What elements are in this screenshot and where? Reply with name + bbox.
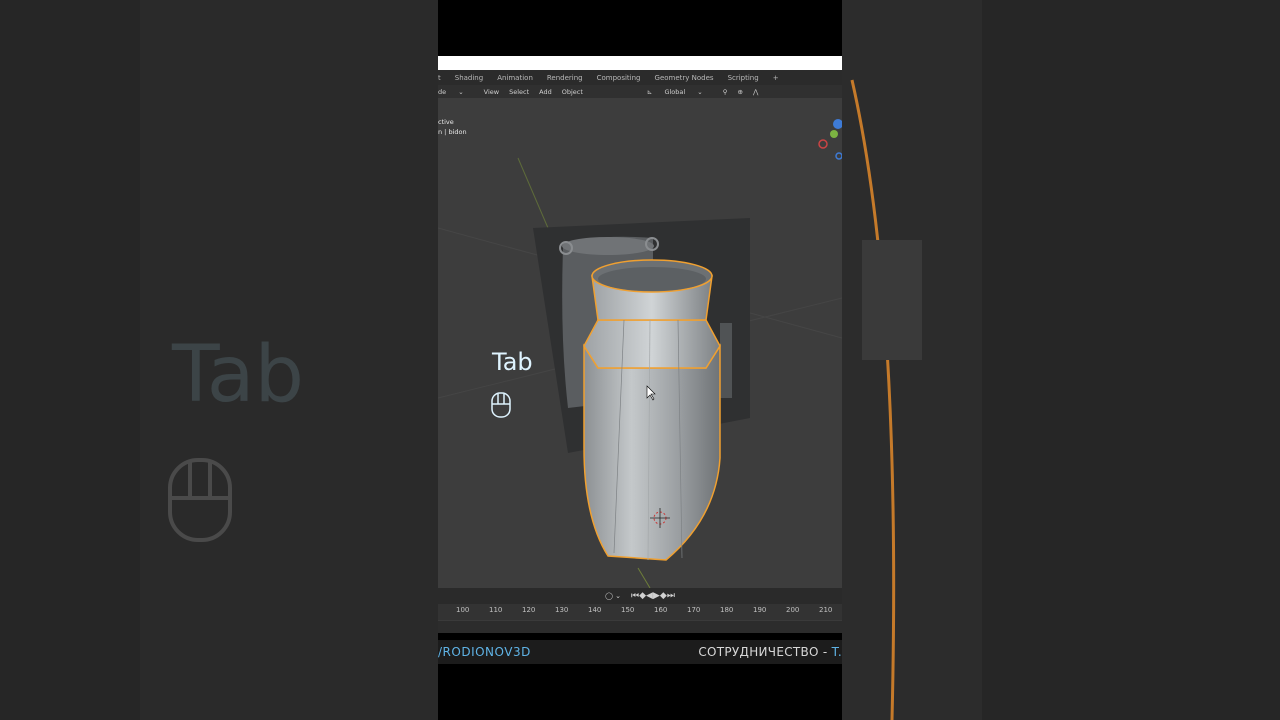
3d-viewport[interactable]: ctive n | bidon [438,98,842,588]
frame-label: 110 [489,606,503,614]
play-icon[interactable]: ▶ [653,591,660,601]
tab-scripting[interactable]: Scripting [728,74,759,82]
viewport-header: de ⌄ View Select Add Object ⊾ Global ⌄ ⚲… [438,85,842,98]
background-blur-left: Tab [0,0,438,720]
channel-handle: /RODIONOV3D [438,645,531,659]
jump-start-icon[interactable]: ⏮ [631,591,639,601]
viewport-scene [438,119,842,588]
tab-animation[interactable]: Animation [497,74,533,82]
chevron-down-icon: ⌄ [697,87,703,96]
navigation-gizmo-icon[interactable] [818,119,842,160]
timeline-track[interactable] [438,620,842,633]
collab-text: СОТРУДНИЧЕСТВО - T. [698,645,842,659]
view-mode-label: ctive [438,118,454,126]
ghost-key-label: Tab [172,330,305,420]
add-workspace-button[interactable]: + [773,74,779,82]
frame-label: 210 [819,606,833,614]
prev-keyframe-icon[interactable]: ◆ [639,591,646,601]
frame-label: 120 [522,606,536,614]
mode-select[interactable]: de ⌄ [438,88,474,96]
playback-controls: ◯ ⌄ ⏮ ◆ ◀ ▶ ◆ ⏭ [438,588,842,604]
key-press-overlay: Tab [492,348,533,376]
tab-geometry-nodes[interactable]: Geometry Nodes [655,74,714,82]
timeline-ruler[interactable]: 100 110 120 130 140 150 160 170 180 190 … [438,604,842,620]
background-blur-right [842,0,1280,720]
keying-icon[interactable]: ◯ ⌄ [605,592,621,600]
menu-object[interactable]: Object [562,88,583,96]
jump-end-icon[interactable]: ⏭ [667,591,675,601]
mouse-icon [491,392,511,418]
menu-view[interactable]: View [484,88,499,96]
footer-banner: /RODIONOV3D СОТРУДНИЧЕСТВО - T. [438,640,842,664]
next-keyframe-icon[interactable]: ◆ [660,591,667,601]
play-reverse-icon[interactable]: ◀ [646,591,653,601]
video-frame: t Shading Animation Rendering Compositin… [438,0,842,720]
proportional-edit-icon[interactable]: ⋀ [753,88,758,96]
frame-label: 200 [786,606,800,614]
transform-orientation-select[interactable]: ⊾ Global ⌄ [647,88,713,96]
ghost-bottle-icon [842,0,1280,720]
mode-label: de [438,87,447,96]
tab-layout[interactable]: t [438,74,441,82]
menu-select[interactable]: Select [509,88,529,96]
tab-shading[interactable]: Shading [455,74,483,82]
tab-rendering[interactable]: Rendering [547,74,583,82]
snap-icon[interactable]: ⊕ [738,88,743,96]
title-strip [438,56,842,70]
collab-label: СОТРУДНИЧЕСТВО - [698,645,832,659]
frame-label: 160 [654,606,668,614]
ghost-mouse-icon [168,458,232,542]
chevron-down-icon: ⌄ [458,87,464,96]
pivot-icon[interactable]: ⚲ [723,88,728,96]
orientation-icon: ⊾ [646,87,653,96]
menu-add[interactable]: Add [539,88,552,96]
frame-label: 100 [456,606,470,614]
frame-label: 150 [621,606,635,614]
frame-label: 190 [753,606,767,614]
orientation-label: Global [664,87,686,96]
frame-label: 140 [588,606,602,614]
workspace-tabs: t Shading Animation Rendering Compositin… [438,70,842,85]
collab-link: T. [831,645,842,659]
active-object-label: n | bidon [438,128,467,136]
tab-compositing[interactable]: Compositing [597,74,641,82]
frame-label: 180 [720,606,734,614]
frame-label: 170 [687,606,701,614]
frame-label: 130 [555,606,569,614]
